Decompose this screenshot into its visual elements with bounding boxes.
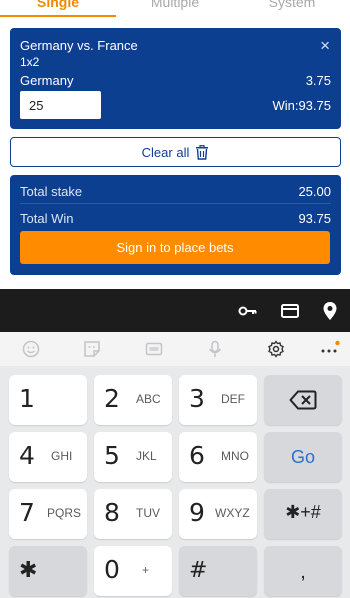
backspace-icon xyxy=(289,390,317,410)
key-5[interactable]: 5 JKL xyxy=(94,432,172,482)
star-key[interactable]: ✱ xyxy=(9,546,87,596)
backspace-key[interactable] xyxy=(264,375,342,425)
tab-multiple[interactable]: Multiple xyxy=(117,0,233,10)
bet-summary-card: Total stake 25.00 Total Win 93.75 Sign i… xyxy=(10,175,341,275)
odds-value: 3.75 xyxy=(305,73,331,88)
key-letters: WXYZ xyxy=(215,506,250,520)
key-4[interactable]: 4 GHI xyxy=(9,432,87,482)
tab-system[interactable]: System xyxy=(234,0,350,10)
key-digit: 4 xyxy=(19,441,35,470)
key-letters: MNO xyxy=(221,449,249,463)
keyboard-suggestion-bar xyxy=(0,332,350,366)
key-letters: GHI xyxy=(51,449,73,463)
key-digit: 5 xyxy=(104,441,120,470)
hash-key[interactable]: # xyxy=(179,546,257,596)
key-digit: 0 xyxy=(104,555,120,584)
total-stake-value: 25.00 xyxy=(298,184,331,199)
clear-all-button[interactable]: Clear all xyxy=(10,137,341,167)
key-8[interactable]: 8 TUV xyxy=(94,489,172,539)
selection-name: Germany xyxy=(20,73,74,88)
bet-type-tabs: Single Multiple System xyxy=(0,0,350,18)
key-digit: 1 xyxy=(19,384,35,413)
symbols-key[interactable]: ✱+# xyxy=(264,489,342,539)
sign-in-to-place-bets-button[interactable]: Sign in to place bets xyxy=(20,231,330,264)
key-digit: 9 xyxy=(189,498,205,527)
location-pin-icon[interactable] xyxy=(320,301,340,321)
gif-icon[interactable] xyxy=(145,340,163,358)
key-9[interactable]: 9 WXYZ xyxy=(179,489,257,539)
summary-divider xyxy=(20,203,331,204)
clear-all-label: Clear all xyxy=(141,144,190,160)
total-win-value: 93.75 xyxy=(298,211,331,226)
keyboard-autofill-toolbar xyxy=(0,289,350,332)
star-key-label: ✱ xyxy=(19,558,38,583)
key-letters: DEF xyxy=(221,392,245,406)
key-letters: TUV xyxy=(136,506,160,520)
go-key-label: Go xyxy=(290,447,315,467)
key-7[interactable]: 7 PQRS xyxy=(9,489,87,539)
bet-selection-card: Germany vs. France 1x2 Germany 3.75 × Wi… xyxy=(10,28,341,129)
potential-win: Win:93.75 xyxy=(272,98,331,113)
microphone-icon[interactable] xyxy=(206,340,224,358)
sticker-icon[interactable] xyxy=(83,340,101,358)
key-digit: 3 xyxy=(189,384,205,413)
remove-bet-close-icon[interactable]: × xyxy=(320,36,330,56)
key-letters: PQRS xyxy=(47,506,82,520)
key-0[interactable]: 0 + xyxy=(94,546,172,596)
total-stake-label: Total stake xyxy=(20,184,83,199)
key-digit: 2 xyxy=(104,384,120,413)
key-digit: 8 xyxy=(104,498,120,527)
comma-key[interactable]: , xyxy=(264,546,342,596)
symbols-key-label: ✱+# xyxy=(285,502,321,522)
key-letters: + xyxy=(142,563,150,577)
tab-single[interactable]: Single xyxy=(0,0,116,10)
key-3[interactable]: 3 DEF xyxy=(179,375,257,425)
match-name: Germany vs. France xyxy=(20,38,138,53)
total-win-label: Total Win xyxy=(20,211,74,226)
trash-icon xyxy=(196,144,209,160)
key-password-icon[interactable] xyxy=(238,301,258,321)
numeric-keypad: 1 2 ABC 3 DEF 4 GHI 5 JKL 6 MNO Go 7 PQR… xyxy=(0,366,350,598)
more-options-icon[interactable] xyxy=(320,340,340,358)
key-letters: JKL xyxy=(136,449,157,463)
key-letters: ABC xyxy=(136,392,161,406)
key-6[interactable]: 6 MNO xyxy=(179,432,257,482)
key-digit: 7 xyxy=(19,498,35,527)
active-tab-indicator xyxy=(0,15,116,17)
key-1[interactable]: 1 xyxy=(9,375,87,425)
hash-key-label: # xyxy=(189,558,208,583)
settings-gear-icon[interactable] xyxy=(267,340,285,358)
key-digit: 6 xyxy=(189,441,205,470)
go-key[interactable]: Go xyxy=(264,432,342,482)
key-2[interactable]: 2 ABC xyxy=(94,375,172,425)
comma-key-label: , xyxy=(300,561,306,583)
stake-input[interactable] xyxy=(20,91,101,119)
credit-card-icon[interactable] xyxy=(280,301,300,321)
market-name: 1x2 xyxy=(20,55,40,69)
emoji-icon[interactable] xyxy=(22,340,40,358)
